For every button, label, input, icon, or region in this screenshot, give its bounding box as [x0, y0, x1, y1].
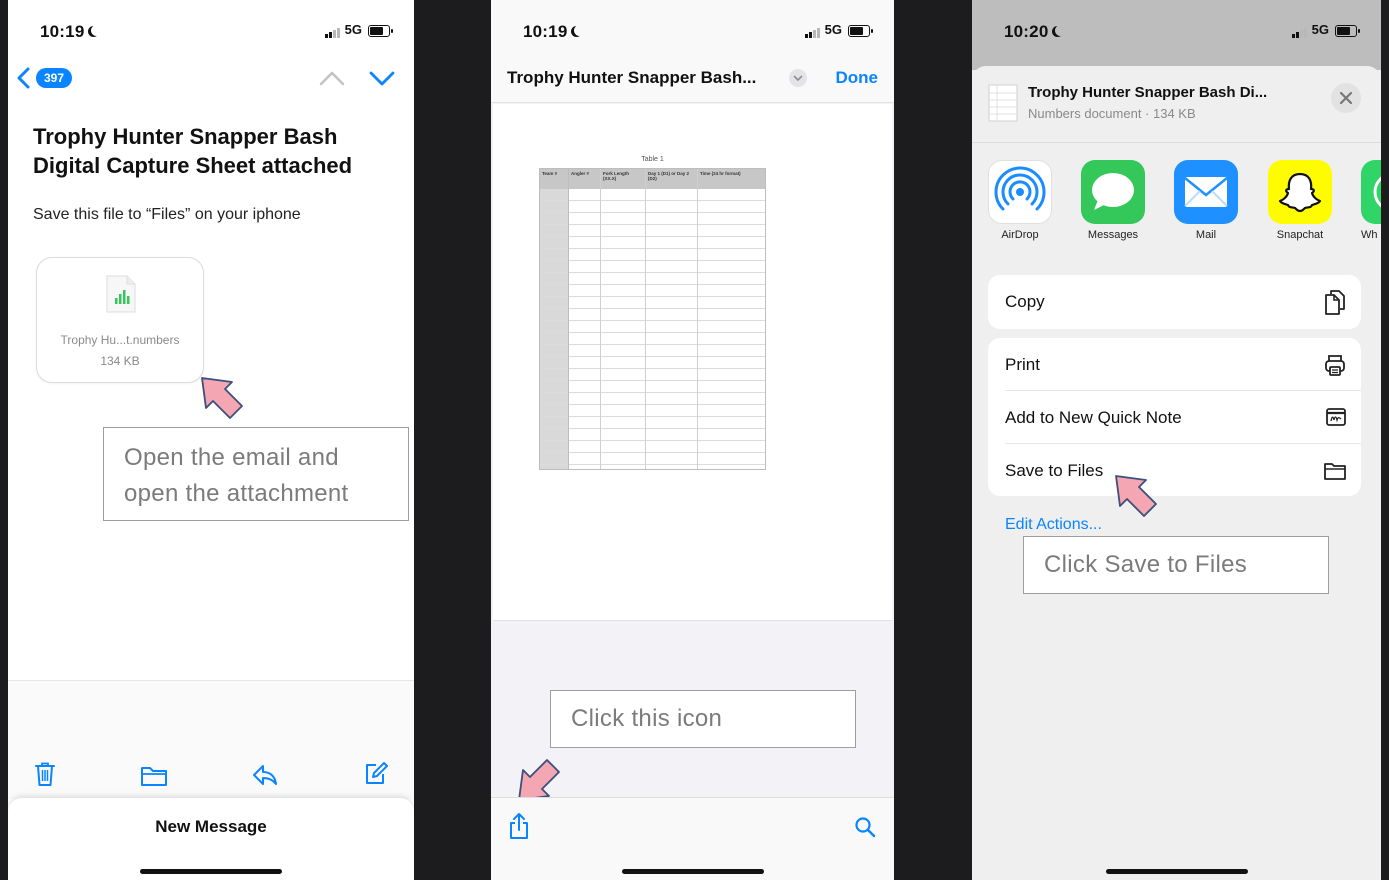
next-message-icon[interactable]: [368, 68, 396, 88]
action-save-to-files[interactable]: Save to Files: [1005, 444, 1361, 496]
signal-bars-icon: [1291, 23, 1308, 39]
status-bar: 10:20 5G: [972, 0, 1381, 60]
email-subject: Trophy Hunter Snapper Bash Digital Captu…: [33, 124, 353, 178]
status-time: 10:19: [523, 22, 585, 42]
pointer-arrow-icon: [201, 377, 243, 419]
unread-count-badge: 397: [36, 68, 73, 88]
attachment-tile[interactable]: Trophy Hu...t.numbers 134 KB: [36, 257, 204, 383]
compose-icon[interactable]: [363, 761, 389, 787]
app-share-row: AirDrop Messages Mail Snapchat Wh: [972, 160, 1381, 250]
email-body-text: Save this file to “Files” on your iphone: [33, 206, 301, 223]
app-mail[interactable]: Mail: [1174, 160, 1238, 241]
share-sheet-screen: 10:20 5G Trophy Hunter Snapper Bash Di..…: [972, 0, 1381, 880]
app-label: AirDrop: [1001, 229, 1039, 241]
app-label: Messages: [1087, 229, 1139, 241]
document-thumbnail-icon: [988, 84, 1018, 122]
attachment-size: 134 KB: [100, 354, 140, 368]
quick-note-icon: [1326, 408, 1346, 426]
edit-actions-link[interactable]: Edit Actions...: [1005, 516, 1102, 534]
app-snapchat[interactable]: Snapchat: [1268, 160, 1332, 241]
search-icon[interactable]: [854, 816, 876, 838]
signal-indicator: 5G: [324, 22, 362, 39]
battery-icon: [1335, 25, 1360, 37]
app-airdrop[interactable]: AirDrop: [988, 160, 1052, 241]
trash-icon[interactable]: [34, 761, 56, 787]
action-label: Save to Files: [1005, 461, 1104, 480]
printer-icon: [1325, 355, 1345, 376]
chevron-left-icon: [17, 67, 30, 89]
airdrop-icon: [994, 166, 1046, 211]
chevron-down-icon: [793, 75, 803, 82]
action-label: Print: [1005, 355, 1040, 374]
folder-icon: [1324, 463, 1346, 480]
action-quick-note[interactable]: Add to New Quick Note: [1005, 391, 1361, 444]
signal-bars-icon: [804, 23, 821, 39]
reply-icon[interactable]: [251, 763, 279, 787]
app-messages[interactable]: Messages: [1081, 160, 1145, 241]
share-sheet: Trophy Hunter Snapper Bash Di... Numbers…: [972, 66, 1381, 880]
status-bar: 10:19 5G: [491, 0, 894, 60]
instruction-callout: Click Save to Files: [1023, 536, 1329, 594]
app-whatsapp[interactable]: Wh: [1361, 160, 1381, 241]
focus-moon-icon: [91, 25, 102, 36]
whatsapp-icon: [1373, 176, 1381, 208]
home-indicator[interactable]: [621, 869, 764, 874]
attachment-name: Trophy Hu...t.numbers: [60, 333, 180, 347]
signal-indicator: 5G: [804, 22, 842, 39]
app-label: Snapchat: [1276, 229, 1324, 241]
title-menu-button[interactable]: [789, 69, 807, 87]
back-button[interactable]: 397: [16, 64, 73, 92]
instruction-callout: Open the email and open the attachment: [103, 427, 409, 521]
new-message-sheet[interactable]: New Message: [8, 798, 414, 880]
app-label: Wh: [1361, 229, 1378, 241]
previous-message-icon[interactable]: [318, 68, 346, 88]
action-group: Print Add to New Quick Note Save to File…: [988, 338, 1361, 496]
share-icon[interactable]: [507, 812, 531, 840]
home-indicator[interactable]: [140, 869, 282, 874]
focus-moon-icon: [1055, 25, 1066, 36]
home-indicator[interactable]: [1105, 869, 1248, 874]
action-label: Add to New Quick Note: [1005, 408, 1182, 427]
battery-icon: [848, 25, 873, 37]
snapchat-icon: [1278, 172, 1322, 213]
status-time: 10:20: [1004, 22, 1066, 42]
app-label: Mail: [1195, 229, 1217, 241]
mail-icon: [1184, 177, 1228, 207]
new-message-title: New Message: [155, 817, 267, 836]
battery-icon: [368, 25, 393, 37]
document-title: Trophy Hunter Snapper Bash Di...: [1028, 84, 1268, 101]
table-caption: Table 1: [641, 156, 664, 163]
document-subtitle: Numbers document · 134 KB: [1028, 106, 1196, 121]
signal-indicator: 5G: [1291, 22, 1329, 39]
done-button[interactable]: Done: [836, 68, 879, 88]
mail-screen: 10:19 5G 397 Trophy Hunter Snapper Bash …: [8, 0, 414, 880]
action-print[interactable]: Print: [1005, 338, 1361, 391]
signal-bars-icon: [324, 23, 341, 39]
action-label: Copy: [1005, 292, 1045, 311]
focus-moon-icon: [574, 25, 585, 36]
instruction-callout: Click this icon: [550, 690, 856, 748]
spreadsheet-table: Team # Angler # Fork Length (XX.X) Day 1…: [539, 168, 766, 470]
pointer-arrow-icon: [1115, 475, 1157, 517]
mail-toolbar: [8, 680, 414, 799]
status-time: 10:19: [40, 22, 102, 42]
action-copy[interactable]: Copy: [988, 275, 1361, 329]
preview-title[interactable]: Trophy Hunter Snapper Bash...: [507, 68, 756, 88]
close-icon: [1339, 91, 1353, 105]
numbers-file-icon: [106, 275, 136, 313]
status-bar: 10:19 5G: [8, 0, 414, 60]
messages-icon: [1092, 173, 1134, 210]
document-page: Table 1 Team # Angler # Fork Length (XX.…: [493, 104, 892, 621]
preview-toolbar: [491, 797, 894, 880]
quick-look-screen: 10:19 5G Trophy Hunter Snapper Bash... D…: [491, 0, 894, 880]
close-button[interactable]: [1331, 83, 1361, 113]
copy-icon: [1325, 290, 1345, 315]
folder-icon[interactable]: [140, 765, 168, 787]
